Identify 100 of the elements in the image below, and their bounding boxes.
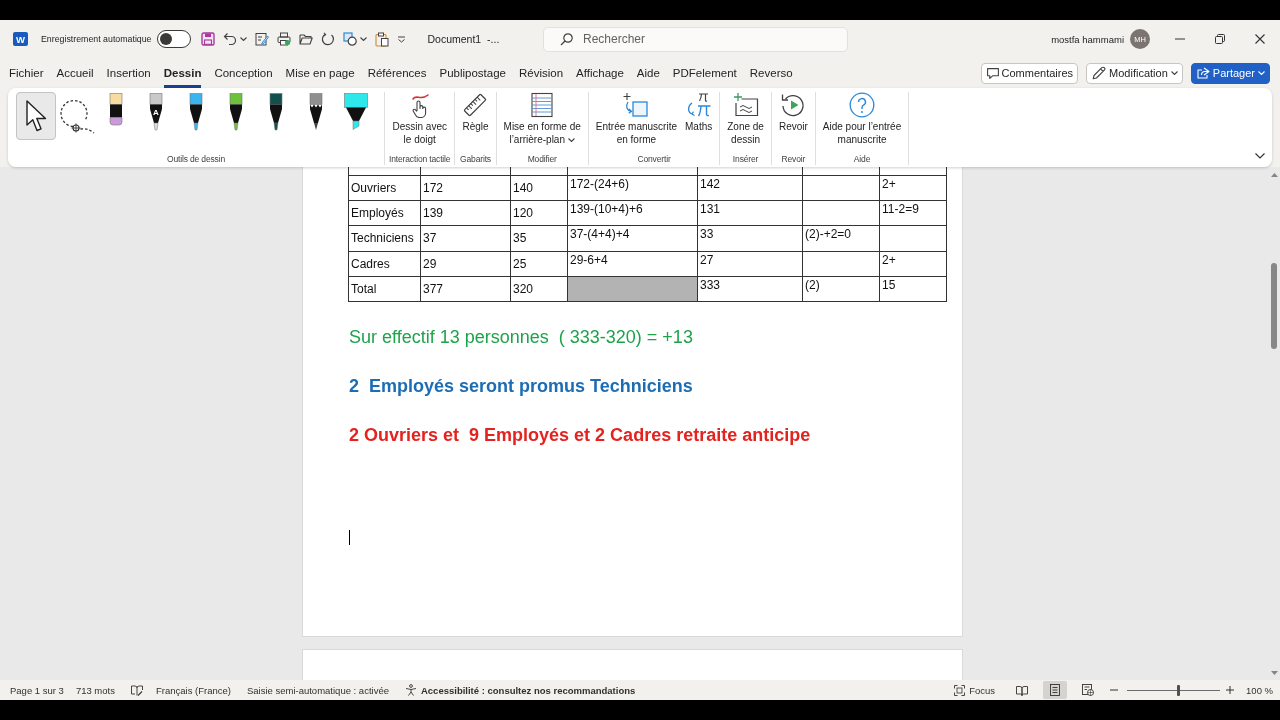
menu-tab[interactable]: PDFelement [672,58,737,88]
table-cell: 172 [420,175,511,201]
scrollbar-thumb[interactable] [1271,263,1277,349]
pencil-icon [1092,66,1107,80]
table-cell: 29-6+4 [567,251,698,277]
pi-icon [685,92,712,118]
document-title[interactable]: Document1 -... [427,33,500,45]
table-cell: (2)-+2=0 [802,225,880,252]
menu-tab[interactable]: Aide [636,58,660,88]
save-icon[interactable] [200,32,215,46]
group-label: Gabarits [460,153,491,165]
action-pen-button[interactable]: A [136,92,176,140]
menu-tab[interactable]: Références [367,58,427,88]
circular-arrow-icon[interactable] [320,32,335,46]
zoom-slider-thumb[interactable] [1176,684,1180,696]
zoom-level[interactable]: 100 % [1246,684,1273,696]
folder-icon[interactable] [298,33,313,45]
ribbon-command[interactable]: Revoir [775,92,811,133]
proofing-icon[interactable] [130,684,143,696]
table-cell: 333 [697,276,803,302]
group-label: Interaction tactile [389,153,451,165]
caret-icon [1258,71,1265,75]
shape-convert-icon [623,92,650,118]
document-text-line: 2 Employés seront promus Techniciens [349,375,694,399]
help-icon [849,92,875,118]
restore-icon[interactable] [1215,34,1225,44]
lined-page-icon [529,92,556,118]
menu-tab[interactable]: Insertion [106,58,151,88]
document-edit-icon[interactable] [254,32,269,46]
page-icon [1050,684,1061,696]
table-cell: 172-(24+6) [567,175,698,201]
shapes-icon[interactable] [342,32,357,46]
scroll-up-icon[interactable] [1270,173,1278,177]
menu-tab[interactable]: Reverso [749,58,793,88]
menu-tab[interactable]: Fichier [9,58,44,88]
share-button[interactable]: Partager [1190,62,1270,84]
table-cell: 29 [420,251,511,277]
minus-icon[interactable] [1110,689,1119,691]
plus-icon[interactable] [1226,686,1235,694]
table-cell: Total [348,276,421,302]
group-label: Convertir [637,153,671,165]
ribbon-command[interactable]: Aide pour l’entrée manuscrite [819,92,905,146]
document-text-line: Sur effectif 13 personnes ( 333-320) = +13 [349,326,694,350]
table-cell: 139-(10+4)+6 [567,200,698,226]
caret-icon[interactable] [239,37,247,41]
app-logo-icon[interactable]: W [13,32,28,46]
menu-tab[interactable]: Publipostage [439,58,506,88]
printer-icon[interactable] [276,32,291,46]
user-name[interactable]: mostfa hammami [1051,33,1124,45]
accessibility-status[interactable]: Accessibilité : consultez nos recommandations [420,684,636,696]
focus-button[interactable]: Focus [954,684,996,696]
autocomplete-status[interactable]: Saisie semi-automatique : activée [246,684,389,696]
focus-icon [954,684,966,696]
ribbon-command[interactable]: Entrée manuscrite en forme [592,92,680,146]
search-field[interactable]: Rechercher [543,26,848,52]
replay-icon [780,92,807,118]
autosave-label: Enregistrement automatique [41,34,152,44]
table-cell: 37-(4+4)+4 [567,225,698,252]
group-label: Aide [853,153,871,165]
table-cell: 142 [697,175,803,201]
table-cell: Cadres [348,251,421,277]
menu-tab[interactable]: Affichage [576,58,624,88]
text-cursor [349,530,350,546]
chevron-icon[interactable] [1255,153,1265,159]
ribbon-command[interactable]: Dessin avec le doigt [389,92,450,146]
accessibility-icon[interactable] [404,684,417,696]
table-cell: 33 [697,225,803,252]
page-count[interactable]: Page 1 sur 3 [10,684,64,696]
menu-tab[interactable]: Révision [518,58,564,88]
language-status[interactable]: Français (France) [155,684,231,696]
table-cell: Ouvriers [348,175,421,201]
table-cell: Employés [348,200,421,226]
ribbon-command[interactable]: Zone de dessin [724,92,767,146]
caret-icon [1170,71,1178,75]
search-icon[interactable] [560,32,573,46]
menu-tab[interactable]: Conception [214,58,273,88]
editing-button[interactable]: Modification [1086,62,1183,84]
print-view-button[interactable] [1043,681,1068,699]
ribbon-command[interactable]: Maths [682,92,716,133]
scroll-down-icon[interactable] [1270,671,1278,675]
table-cell: 139 [420,200,511,226]
eraser-icon [106,93,126,126]
close-icon[interactable] [1255,34,1265,44]
select-tool-button[interactable] [16,92,56,140]
ribbon-command[interactable]: Mise en forme de l’arrière-plan [500,92,584,146]
web-layout-icon [1082,684,1095,696]
ribbon-command[interactable]: Règle [459,92,492,133]
word-count[interactable]: 713 mots [75,684,115,696]
group-label: Outils de dessin [166,153,226,165]
customize-icon[interactable] [396,35,406,43]
caret-icon[interactable] [359,37,367,41]
menu-tab[interactable]: Mise en page [285,58,355,88]
table-cell: 377 [420,276,511,302]
table-cell: Techniciens [348,225,421,252]
ruler-icon [462,92,489,118]
comments-button[interactable]: Commentaires [980,62,1079,84]
menu-tab[interactable]: Accueil [56,58,94,88]
undo-icon[interactable] [222,32,237,46]
autosave-toggle[interactable] [156,30,191,48]
clipboard-icon[interactable] [374,31,389,47]
